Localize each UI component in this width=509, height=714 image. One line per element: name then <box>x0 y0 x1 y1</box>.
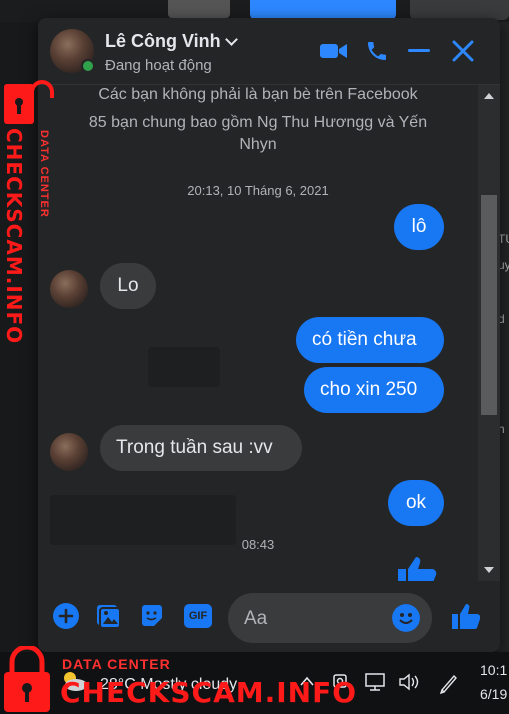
message-input-wrap[interactable] <box>228 593 432 645</box>
not-friends-notice: Các bạn không phải là bạn bè trên Facebo… <box>98 86 418 103</box>
more-actions-button[interactable] <box>52 602 80 630</box>
watermark-tagline: DATA CENTER <box>62 656 171 672</box>
scroll-up-icon[interactable] <box>484 93 494 99</box>
scrollbar[interactable] <box>478 85 500 581</box>
chat-header: Lê Công Vinh Đang hoạt động <box>38 18 500 85</box>
scrollbar-thumb[interactable] <box>481 195 497 415</box>
gif-icon: GIF <box>184 604 212 628</box>
redacted-block <box>148 347 220 387</box>
mutual-friends-notice: 85 bạn chung bao gồm Ng Thu Hươngg và Yế… <box>88 114 428 131</box>
contact-avatar[interactable] <box>50 29 95 73</box>
phone-icon <box>368 42 386 60</box>
message-outgoing[interactable]: có tiền chưa <box>296 317 444 363</box>
message-outgoing[interactable]: ok <box>388 480 444 526</box>
like-button[interactable] <box>450 602 480 630</box>
timestamp: 08:43 <box>241 537 275 552</box>
vertical-watermark: CHECKSCAM.INFO DATA CENTER <box>2 128 50 344</box>
attach-photo-button[interactable] <box>94 602 122 630</box>
background-tab <box>168 0 230 18</box>
voice-call-button[interactable] <box>363 40 391 62</box>
minimize-icon <box>408 49 430 52</box>
message-outgoing[interactable]: cho xin 250 <box>304 367 444 413</box>
pen-icon[interactable] <box>438 672 460 694</box>
contact-status: Đang hoạt động <box>105 57 212 74</box>
thumbs-up-icon <box>398 557 437 581</box>
message-list[interactable]: Các bạn không phải là bạn bè trên Facebo… <box>38 85 478 581</box>
scroll-down-icon[interactable] <box>484 567 494 573</box>
contact-name-button[interactable]: Lê Công Vinh <box>105 31 238 52</box>
close-icon <box>452 40 474 62</box>
thumbs-up-icon <box>452 604 480 629</box>
volume-icon[interactable] <box>398 672 422 692</box>
chevron-down-icon <box>224 33 238 46</box>
sender-avatar[interactable] <box>50 433 88 471</box>
watermark-brand: CHECKSCAM.INFO <box>2 128 26 345</box>
clock-date[interactable]: 6/19 <box>480 686 507 702</box>
online-indicator <box>81 59 95 73</box>
timestamp: 20:13, 10 Tháng 6, 2021 <box>187 183 329 198</box>
photo-icon <box>97 605 121 629</box>
plus-circle-icon <box>53 603 79 629</box>
composer: GIF <box>38 582 500 652</box>
emoji-icon[interactable] <box>392 604 420 632</box>
video-call-button[interactable] <box>318 40 350 62</box>
clock-time[interactable]: 10:1 <box>480 662 507 678</box>
padlock-watermark-icon <box>4 80 54 124</box>
message-incoming[interactable]: Lo <box>100 263 156 309</box>
close-button[interactable] <box>450 40 476 62</box>
video-camera-icon <box>320 44 347 58</box>
chat-window: Lê Công Vinh Đang hoạt động Các bạn khôn… <box>38 18 500 652</box>
background-button <box>250 0 396 20</box>
message-incoming[interactable]: Trong tuần sau :vv <box>100 425 302 471</box>
sender-avatar[interactable] <box>50 270 88 308</box>
watermark-tagline: DATA CENTER <box>38 130 50 218</box>
message-input[interactable] <box>242 593 396 645</box>
minimize-button[interactable] <box>406 40 432 62</box>
gif-button[interactable]: GIF <box>182 602 214 630</box>
sticker-icon <box>142 605 162 626</box>
sticker-button[interactable] <box>138 602 166 630</box>
contact-name: Lê Công Vinh <box>105 31 221 51</box>
network-icon[interactable] <box>364 672 388 692</box>
padlock-watermark-icon <box>4 646 50 712</box>
mutual-friends-notice-cont: Nhyn <box>239 136 277 153</box>
watermark-brand: CHECKSCAM.INFO <box>60 676 358 709</box>
message-outgoing[interactable]: lô <box>394 204 444 250</box>
background-button <box>410 0 509 20</box>
